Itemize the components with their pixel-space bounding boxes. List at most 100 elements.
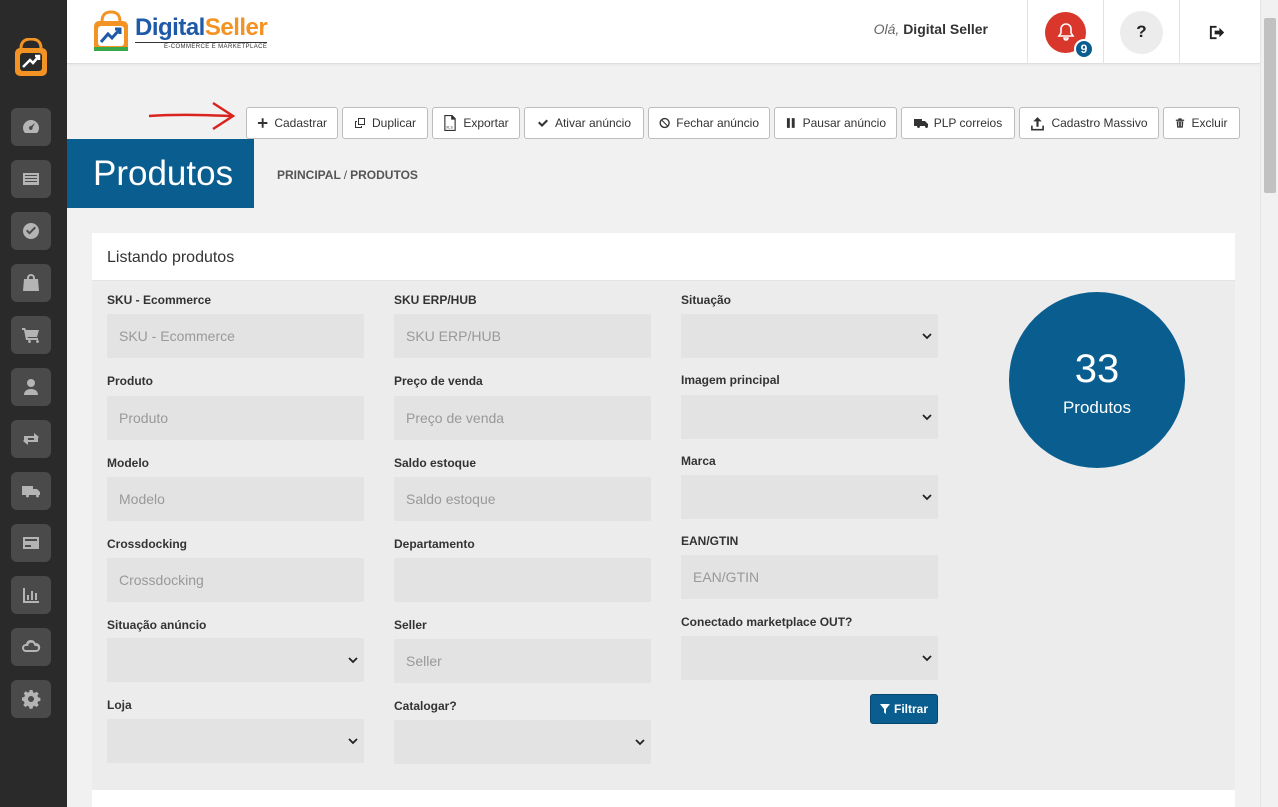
crossdocking-label: Crossdocking <box>107 537 188 551</box>
top-header: DigitalSeller E-COMMERCE E MARKETPLACE O… <box>67 0 1260 64</box>
check-circle-icon <box>23 223 39 239</box>
breadcrumb: PRINCIPAL / PRODUTOS <box>277 168 418 182</box>
seller-label: Seller <box>394 618 427 632</box>
greeting-prefix: Olá, <box>873 21 900 37</box>
modelo-label: Modelo <box>107 456 149 470</box>
user-icon <box>24 379 38 395</box>
sidebar-item-orders[interactable] <box>11 316 51 354</box>
logout-button[interactable] <box>1179 0 1255 64</box>
xls-file-icon: XLS <box>444 115 457 131</box>
annotation-arrow-icon <box>148 101 236 131</box>
dashboard-icon <box>23 120 39 133</box>
panel-title: Listando produtos <box>92 233 1235 281</box>
sku-erp-label: SKU ERP/HUB <box>394 293 477 307</box>
sidebar-item-reports[interactable] <box>11 576 51 614</box>
brand-name-part1: Digital <box>135 13 205 41</box>
marca-label: Marca <box>681 454 716 468</box>
saldo-estoque-label: Saldo estoque <box>394 456 477 470</box>
produto-label: Produto <box>107 374 153 388</box>
chevron-down-icon <box>922 333 932 340</box>
cadastro-massivo-button[interactable]: Cadastro Massivo <box>1019 107 1159 139</box>
preco-venda-label: Preço de venda <box>394 374 483 388</box>
pausar-anuncio-button[interactable]: Pausar anúncio <box>774 107 897 139</box>
fechar-anuncio-button[interactable]: Fechar anúncio <box>648 107 770 139</box>
saldo-estoque-input[interactable] <box>394 477 651 521</box>
seller-input[interactable] <box>394 639 651 683</box>
modelo-input[interactable] <box>107 477 364 521</box>
sidebar-item-dashboard[interactable] <box>11 108 51 146</box>
filtrar-label: Filtrar <box>893 702 928 716</box>
pausar-anuncio-label: Pausar anúncio <box>802 116 886 130</box>
cloud-icon <box>22 639 41 652</box>
notifications-button[interactable]: 9 <box>1027 0 1103 64</box>
shopping-bag-icon <box>23 274 39 291</box>
chevron-down-icon <box>635 739 645 746</box>
product-count-widget: 33 Produtos <box>1009 292 1185 468</box>
preco-venda-input[interactable] <box>394 396 651 440</box>
brand-logo[interactable]: DigitalSeller E-COMMERCE E MARKETPLACE <box>91 8 268 56</box>
help-icon: ? <box>1120 10 1163 54</box>
cart-icon <box>22 328 39 344</box>
sidebar-item-shipping[interactable] <box>11 472 51 510</box>
filtrar-button[interactable]: Filtrar <box>870 694 938 724</box>
duplicar-button[interactable]: Duplicar <box>342 107 428 139</box>
sku-ecommerce-label: SKU - Ecommerce <box>107 293 212 307</box>
chevron-down-icon <box>922 414 932 421</box>
catalogar-label: Catalogar? <box>394 699 457 713</box>
imagem-principal-label: Imagem principal <box>681 373 780 387</box>
list-icon <box>23 173 39 185</box>
ean-gtin-input[interactable] <box>681 555 938 599</box>
sidebar-item-integrations[interactable] <box>11 420 51 458</box>
app-logo-icon[interactable] <box>12 37 50 78</box>
sku-erp-input[interactable] <box>394 314 651 358</box>
crossdocking-input[interactable] <box>107 558 364 602</box>
trash-icon <box>1176 118 1185 128</box>
conectado-marketplace-label: Conectado marketplace OUT? <box>681 615 853 629</box>
page-scrollbar[interactable] <box>1260 0 1278 807</box>
breadcrumb-produtos: PRODUTOS <box>350 168 418 182</box>
catalogar-select[interactable] <box>394 720 651 764</box>
bell-icon <box>1057 23 1074 41</box>
sidebar-item-list[interactable] <box>11 160 51 198</box>
sidebar-item-settings[interactable] <box>11 680 51 718</box>
gear-icon <box>22 690 41 709</box>
page-title: Produtos <box>67 139 254 208</box>
breadcrumb-principal[interactable]: PRINCIPAL <box>277 168 341 182</box>
situacao-label: Situação <box>681 293 732 307</box>
check-icon <box>537 119 548 127</box>
brand-bag-icon <box>94 10 128 51</box>
brand-tagline: E-COMMERCE E MARKETPLACE <box>135 41 268 50</box>
plp-correios-button[interactable]: PLP correios <box>901 107 1015 139</box>
scrollbar-thumb[interactable] <box>1264 18 1276 193</box>
excluir-button[interactable]: Excluir <box>1163 107 1240 139</box>
cadastrar-label: Cadastrar <box>274 116 327 130</box>
results-panel <box>92 790 1235 807</box>
sidebar-item-customers[interactable] <box>11 368 51 406</box>
filter-icon <box>879 704 890 714</box>
cadastrar-button[interactable]: Cadastrar <box>246 107 338 139</box>
help-button[interactable]: ? <box>1103 0 1179 64</box>
ativar-anuncio-button[interactable]: Ativar anúncio <box>524 107 644 139</box>
exportar-button[interactable]: XLS Exportar <box>432 107 520 139</box>
imagem-principal-select[interactable] <box>681 395 938 439</box>
situacao-anuncio-select[interactable] <box>107 638 364 682</box>
conectado-marketplace-select[interactable] <box>681 636 938 680</box>
sku-ecommerce-input[interactable] <box>107 314 364 358</box>
truck-icon <box>913 119 928 129</box>
ban-icon <box>659 117 670 129</box>
sidebar-item-payments[interactable] <box>11 524 51 562</box>
marca-select[interactable] <box>681 475 938 519</box>
truck-icon <box>22 486 40 498</box>
sidebar-item-approvals[interactable] <box>11 212 51 250</box>
sidebar-item-products[interactable] <box>11 264 51 302</box>
action-toolbar: Cadastrar Duplicar XLS Exportar Ativar a… <box>246 107 1240 139</box>
pause-icon <box>786 118 795 128</box>
chevron-down-icon <box>922 494 932 501</box>
product-count-label: Produtos <box>1062 398 1132 417</box>
departamento-input[interactable] <box>394 558 651 602</box>
situacao-select[interactable] <box>681 314 938 358</box>
product-count-value: 33 <box>1074 347 1120 391</box>
produto-input[interactable] <box>107 396 364 440</box>
loja-select[interactable] <box>107 719 364 763</box>
sidebar-item-cloud[interactable] <box>11 628 51 666</box>
